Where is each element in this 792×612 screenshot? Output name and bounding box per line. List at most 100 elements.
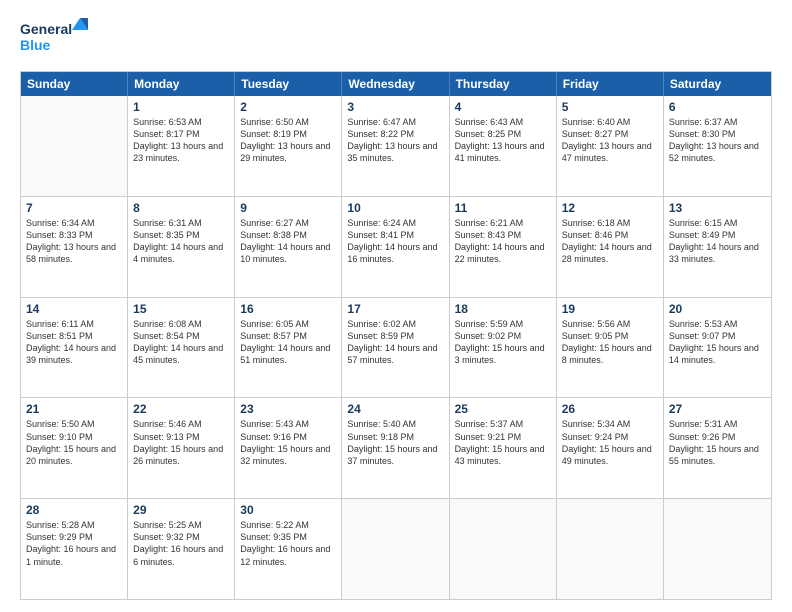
day-cell-4: 4Sunrise: 6:43 AMSunset: 8:25 PMDaylight…: [450, 96, 557, 196]
day-number: 22: [133, 402, 229, 416]
day-cell-21: 21Sunrise: 5:50 AMSunset: 9:10 PMDayligh…: [21, 398, 128, 498]
cell-info-line: Sunset: 9:29 PM: [26, 531, 122, 543]
cell-info-line: Sunset: 8:59 PM: [347, 330, 443, 342]
cell-info-line: Sunset: 8:57 PM: [240, 330, 336, 342]
cell-info-line: Sunrise: 6:27 AM: [240, 217, 336, 229]
cell-info-line: Sunset: 9:16 PM: [240, 431, 336, 443]
day-number: 6: [669, 100, 766, 114]
cell-info-line: Sunset: 8:30 PM: [669, 128, 766, 140]
cell-info-line: Sunrise: 6:18 AM: [562, 217, 658, 229]
cell-info-line: Sunset: 9:02 PM: [455, 330, 551, 342]
page: General Blue SundayMondayTuesdayWednesda…: [0, 0, 792, 612]
cell-info-line: Sunset: 8:22 PM: [347, 128, 443, 140]
cell-info-line: Sunset: 8:49 PM: [669, 229, 766, 241]
cell-info-line: Sunset: 8:54 PM: [133, 330, 229, 342]
day-number: 9: [240, 201, 336, 215]
cell-info-line: Sunrise: 6:50 AM: [240, 116, 336, 128]
day-number: 18: [455, 302, 551, 316]
cell-info-line: Daylight: 15 hours and 32 minutes.: [240, 443, 336, 467]
day-cell-25: 25 Sunrise: 5:37 AMSunset: 9:21 PMDayligh…: [450, 398, 557, 498]
cell-info-line: Daylight: 14 hours and 45 minutes.: [133, 342, 229, 366]
calendar-week-5: 28Sunrise: 5:28 AMSunset: 9:29 PMDayligh…: [21, 499, 771, 599]
cell-info-line: Sunrise: 5:46 AM: [133, 418, 229, 430]
day-number: 25: [455, 402, 551, 416]
day-cell-28: 28Sunrise: 5:28 AMSunset: 9:29 PMDayligh…: [21, 499, 128, 599]
cell-info-line: Sunrise: 5:50 AM: [26, 418, 122, 430]
day-cell-30: 30Sunrise: 5:22 AMSunset: 9:35 PMDayligh…: [235, 499, 342, 599]
cell-info-line: Daylight: 15 hours and 8 minutes.: [562, 342, 658, 366]
day-header-tuesday: Tuesday: [235, 72, 342, 96]
cell-info-line: Daylight: 15 hours and 43 minutes.: [455, 443, 551, 467]
day-cell-2: 2Sunrise: 6:50 AMSunset: 8:19 PMDaylight…: [235, 96, 342, 196]
day-number: 3: [347, 100, 443, 114]
day-header-wednesday: Wednesday: [342, 72, 449, 96]
day-cell-18: 18Sunrise: 5:59 AMSunset: 9:02 PMDayligh…: [450, 298, 557, 398]
day-cell-12: 12Sunrise: 6:18 AMSunset: 8:46 PMDayligh…: [557, 197, 664, 297]
cell-info-line: Sunset: 8:41 PM: [347, 229, 443, 241]
empty-cell: [664, 499, 771, 599]
cell-info-line: Daylight: 15 hours and 37 minutes.: [347, 443, 443, 467]
day-number: 27: [669, 402, 766, 416]
cell-info-line: Daylight: 16 hours and 12 minutes.: [240, 543, 336, 567]
day-number: 15: [133, 302, 229, 316]
cell-info-line: Sunset: 9:21 PM: [455, 431, 551, 443]
day-number: 11: [455, 201, 551, 215]
cell-info-line: Daylight: 14 hours and 28 minutes.: [562, 241, 658, 265]
day-cell-13: 13Sunrise: 6:15 AMSunset: 8:49 PMDayligh…: [664, 197, 771, 297]
cell-info-line: Sunrise: 5:22 AM: [240, 519, 336, 531]
svg-text:Blue: Blue: [20, 37, 51, 53]
day-cell-22: 22Sunrise: 5:46 AMSunset: 9:13 PMDayligh…: [128, 398, 235, 498]
day-number: 16: [240, 302, 336, 316]
cell-info-line: Sunset: 8:19 PM: [240, 128, 336, 140]
cell-info-line: Daylight: 13 hours and 23 minutes.: [133, 140, 229, 164]
empty-cell: [557, 499, 664, 599]
cell-info-line: Sunset: 8:17 PM: [133, 128, 229, 140]
cell-info-line: Sunrise: 5:40 AM: [347, 418, 443, 430]
day-cell-23: 23Sunrise: 5:43 AMSunset: 9:16 PMDayligh…: [235, 398, 342, 498]
day-number: 7: [26, 201, 122, 215]
day-header-saturday: Saturday: [664, 72, 771, 96]
cell-info-line: Sunrise: 5:59 AM: [455, 318, 551, 330]
day-number: 17: [347, 302, 443, 316]
day-number: 13: [669, 201, 766, 215]
cell-info-line: Daylight: 13 hours and 58 minutes.: [26, 241, 122, 265]
cell-info-line: Sunset: 9:07 PM: [669, 330, 766, 342]
day-number: 30: [240, 503, 336, 517]
day-number: 29: [133, 503, 229, 517]
day-cell-11: 11Sunrise: 6:21 AMSunset: 8:43 PMDayligh…: [450, 197, 557, 297]
day-cell-19: 19Sunrise: 5:56 AMSunset: 9:05 PMDayligh…: [557, 298, 664, 398]
cell-info-line: Daylight: 15 hours and 14 minutes.: [669, 342, 766, 366]
cell-info-line: Sunrise: 6:34 AM: [26, 217, 122, 229]
cell-info-line: Daylight: 14 hours and 51 minutes.: [240, 342, 336, 366]
calendar-week-1: 1Sunrise: 6:53 AMSunset: 8:17 PMDaylight…: [21, 96, 771, 197]
cell-info-line: Daylight: 14 hours and 4 minutes.: [133, 241, 229, 265]
cell-info-line: Sunrise: 6:24 AM: [347, 217, 443, 229]
day-number: 5: [562, 100, 658, 114]
cell-info-line: Sunset: 9:32 PM: [133, 531, 229, 543]
cell-info-line: Daylight: 14 hours and 57 minutes.: [347, 342, 443, 366]
day-number: 10: [347, 201, 443, 215]
day-cell-24: 24Sunrise: 5:40 AMSunset: 9:18 PMDayligh…: [342, 398, 449, 498]
cell-info-line: Sunset: 8:38 PM: [240, 229, 336, 241]
cell-info-line: Sunset: 9:18 PM: [347, 431, 443, 443]
cell-info-line: Daylight: 13 hours and 35 minutes.: [347, 140, 443, 164]
calendar-week-3: 14Sunrise: 6:11 AMSunset: 8:51 PMDayligh…: [21, 298, 771, 399]
cell-info-line: Sunrise: 5:31 AM: [669, 418, 766, 430]
cell-info-line: Sunrise: 5:37 AM: [455, 418, 551, 430]
day-header-monday: Monday: [128, 72, 235, 96]
cell-info-line: Sunrise: 6:53 AM: [133, 116, 229, 128]
cell-info-line: Sunrise: 5:28 AM: [26, 519, 122, 531]
day-cell-26: 26Sunrise: 5:34 AMSunset: 9:24 PMDayligh…: [557, 398, 664, 498]
day-cell-9: 9 Sunrise: 6:27 AMSunset: 8:38 PMDaylight…: [235, 197, 342, 297]
calendar-header: SundayMondayTuesdayWednesdayThursdayFrid…: [21, 72, 771, 96]
cell-info-line: Daylight: 14 hours and 16 minutes.: [347, 241, 443, 265]
cell-info-line: Sunset: 8:27 PM: [562, 128, 658, 140]
cell-info-line: Sunrise: 5:56 AM: [562, 318, 658, 330]
day-number: 21: [26, 402, 122, 416]
cell-info-line: Daylight: 15 hours and 20 minutes.: [26, 443, 122, 467]
day-number: 23: [240, 402, 336, 416]
calendar: SundayMondayTuesdayWednesdayThursdayFrid…: [20, 71, 772, 600]
cell-info-line: Daylight: 14 hours and 10 minutes.: [240, 241, 336, 265]
day-cell-17: 17Sunrise: 6:02 AMSunset: 8:59 PMDayligh…: [342, 298, 449, 398]
calendar-body: 1Sunrise: 6:53 AMSunset: 8:17 PMDaylight…: [21, 96, 771, 599]
